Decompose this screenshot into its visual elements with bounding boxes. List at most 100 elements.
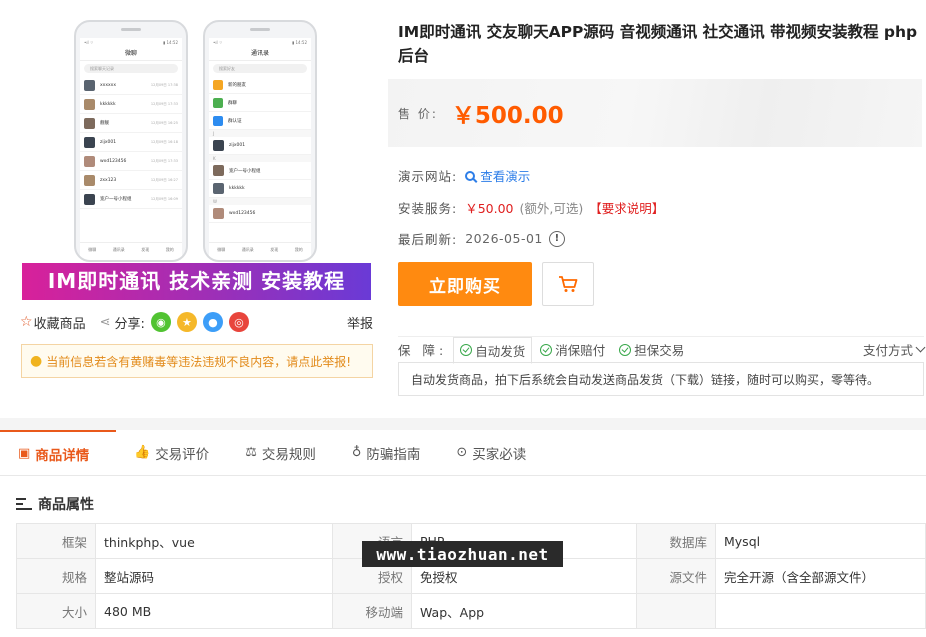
price-value: ￥500.00 — [451, 103, 564, 129]
chat-time: 12月09日 17:33 — [150, 101, 178, 106]
list-item: 宽户一号小程组 — [209, 162, 311, 180]
chat-name: wxd123456 — [100, 158, 127, 164]
phone-tab: 通讯录 — [241, 246, 254, 252]
tab-buyer-notes[interactable]: ⊙ 买家必读 — [438, 430, 544, 476]
phone-speaker — [121, 28, 141, 31]
tab-label: 防骗指南 — [366, 446, 421, 463]
tab-anti-fraud[interactable]: ♁ 防骗指南 — [334, 430, 439, 476]
avatar — [213, 183, 224, 194]
chat-name: xxxxxx — [100, 82, 116, 88]
attr-value: 480 MB — [95, 593, 333, 629]
screen-title: 通讯录 — [209, 47, 311, 61]
guarantee-item-label: 担保交易 — [634, 343, 685, 358]
scale-icon: ⚖ — [245, 445, 257, 460]
cart-icon — [559, 276, 578, 292]
list-item: xxxxxx 12月09日 17:38 — [80, 76, 182, 95]
tab-trade-rules[interactable]: ⚖ 交易规则 — [227, 430, 334, 476]
guarantee-tab-escrow[interactable]: 担保交易 — [613, 337, 690, 363]
avatar — [84, 98, 95, 110]
phone-tab: 我的 — [165, 246, 174, 252]
contact-name: wxd123456 — [229, 211, 256, 216]
buy-now-button[interactable]: 立即购买 — [398, 262, 532, 306]
avatar — [84, 193, 95, 205]
document-icon: ▣ — [18, 446, 31, 461]
guarantee-item-label: 消保赔付 — [555, 343, 606, 358]
qq-icon[interactable]: ● — [202, 312, 223, 332]
demo-link[interactable]: 查看演示 — [465, 166, 530, 185]
share-label: 分享: — [114, 316, 145, 332]
phone-screen: •ıl ⌔ ▮ 14:52 通讯录 搜索好友 新的朋友 群聊 群认证 J zijx… — [209, 38, 311, 260]
qzone-icon[interactable]: ★ — [176, 312, 197, 332]
refresh-label: 最后刷新: — [398, 232, 458, 247]
check-icon — [540, 343, 553, 356]
contact-name: zijx001 — [229, 143, 246, 148]
favorite-button[interactable]: 收藏商品 — [34, 313, 86, 332]
refresh-date: 2026-05-01 — [465, 231, 543, 246]
chat-time: 12月09日 16:18 — [150, 139, 178, 144]
service-requirement-link[interactable]: 【要求说明】 — [589, 198, 664, 217]
contact-name: 群聊 — [228, 100, 237, 106]
phone-tab: 我的 — [294, 246, 303, 252]
tab-reviews[interactable]: 👍 交易评价 — [116, 430, 227, 476]
add-to-cart-button[interactable] — [542, 262, 594, 306]
attr-value: Wap、App — [411, 593, 637, 629]
status-bar: •ıl ⌔ ▮ 14:52 — [84, 39, 178, 46]
payment-method-dropdown[interactable]: 支付方式 — [863, 340, 926, 359]
chat-time: 12月09日 16:09 — [150, 196, 178, 201]
share-row: ☆ 收藏商品 ⋖ 分享: ◉ ★ ● ◎ 举报 — [20, 310, 373, 334]
avatar — [84, 174, 95, 186]
share-icon: ⋖ — [99, 314, 111, 330]
contact-name: kkkkkk — [229, 186, 245, 191]
service-price: ￥50.00 — [465, 201, 514, 216]
guarantee-description: 自动发货商品，拍下后系统会自动发送商品发货（下载）链接，随时可以购买，零等待。 — [398, 362, 924, 396]
report-notice[interactable]: ● 当前信息若含有黄赌毒等违法违规不良内容，请点此举报! — [21, 344, 373, 378]
new-friend-icon — [213, 79, 223, 90]
price-label: 售 价: — [398, 106, 438, 121]
price-box: 售 价: ￥500.00 — [388, 79, 922, 147]
group-letter: K — [209, 155, 311, 162]
notice-text: 当前信息若含有黄赌毒等违法违规不良内容，请点此举报! — [46, 354, 352, 369]
avatar — [84, 117, 95, 129]
attr-key: 框架 — [16, 523, 96, 559]
contact-name: 新的朋友 — [228, 82, 246, 88]
list-item: 靓靓 12月09日 16:25 — [80, 114, 182, 133]
attr-key: 数据库 — [636, 523, 716, 559]
avatar — [213, 208, 224, 219]
attr-value: 整站源码 — [95, 558, 333, 594]
guarantee-tab-compensation[interactable]: 消保赔付 — [534, 337, 611, 363]
check-icon — [460, 344, 473, 356]
search-icon — [465, 170, 476, 181]
list-item: wxd123456 12月09日 17:33 — [80, 152, 182, 171]
guarantee-tab-auto-delivery[interactable]: 自动发货 — [453, 336, 533, 364]
wechat-icon[interactable]: ◉ — [150, 312, 171, 332]
star-icon[interactable]: ☆ — [20, 314, 33, 330]
chat-name: zxx123 — [100, 177, 117, 183]
info-icon[interactable]: ! — [548, 230, 565, 247]
guarantee-item-label: 自动发货 — [475, 343, 526, 359]
avatar — [213, 165, 224, 176]
contact-name: 群认证 — [228, 118, 242, 124]
list-item: zijx001 12月09日 16:18 — [80, 133, 182, 152]
chat-time: 12月09日 17:33 — [150, 158, 178, 163]
attr-key — [636, 593, 716, 629]
tab-product-details[interactable]: ▣ 商品详情 — [0, 429, 116, 476]
refresh-row: 最后刷新: 2026-05-01 ! — [398, 229, 565, 248]
thumbs-up-icon: 👍 — [134, 445, 151, 460]
table-row: 大小 480 MB 移动端 Wap、App — [16, 593, 926, 629]
screen-search: 搜索聊天记录 — [84, 64, 178, 73]
service-row: 安装服务: ￥50.00 (额外,可选) 【要求说明】 — [398, 198, 664, 217]
attributes-heading-text: 商品属性 — [38, 497, 94, 513]
phone-tab: 发现 — [141, 246, 150, 252]
phone-tab: 微聊 — [217, 246, 226, 252]
chat-name: 靓靓 — [100, 121, 109, 126]
tab-label: 交易评价 — [155, 446, 210, 463]
weibo-icon[interactable]: ◎ — [228, 312, 249, 332]
product-image-gallery[interactable]: •ıl ⌔ ▮ 14:52 微聊 搜索聊天记录 xxxxxx 12月09日 17:3… — [22, 0, 371, 300]
service-note: (额外,可选) — [519, 201, 584, 216]
attr-key: 大小 — [16, 593, 96, 629]
chat-time: 12月09日 16:25 — [150, 120, 178, 125]
chat-time: 12月09日 17:38 — [150, 82, 178, 87]
report-link[interactable]: 举报 — [347, 313, 373, 332]
share-group: ⋖ 分享: ◉ ★ ● ◎ — [100, 312, 249, 332]
contact-name: 宽户一号小程组 — [229, 168, 261, 174]
